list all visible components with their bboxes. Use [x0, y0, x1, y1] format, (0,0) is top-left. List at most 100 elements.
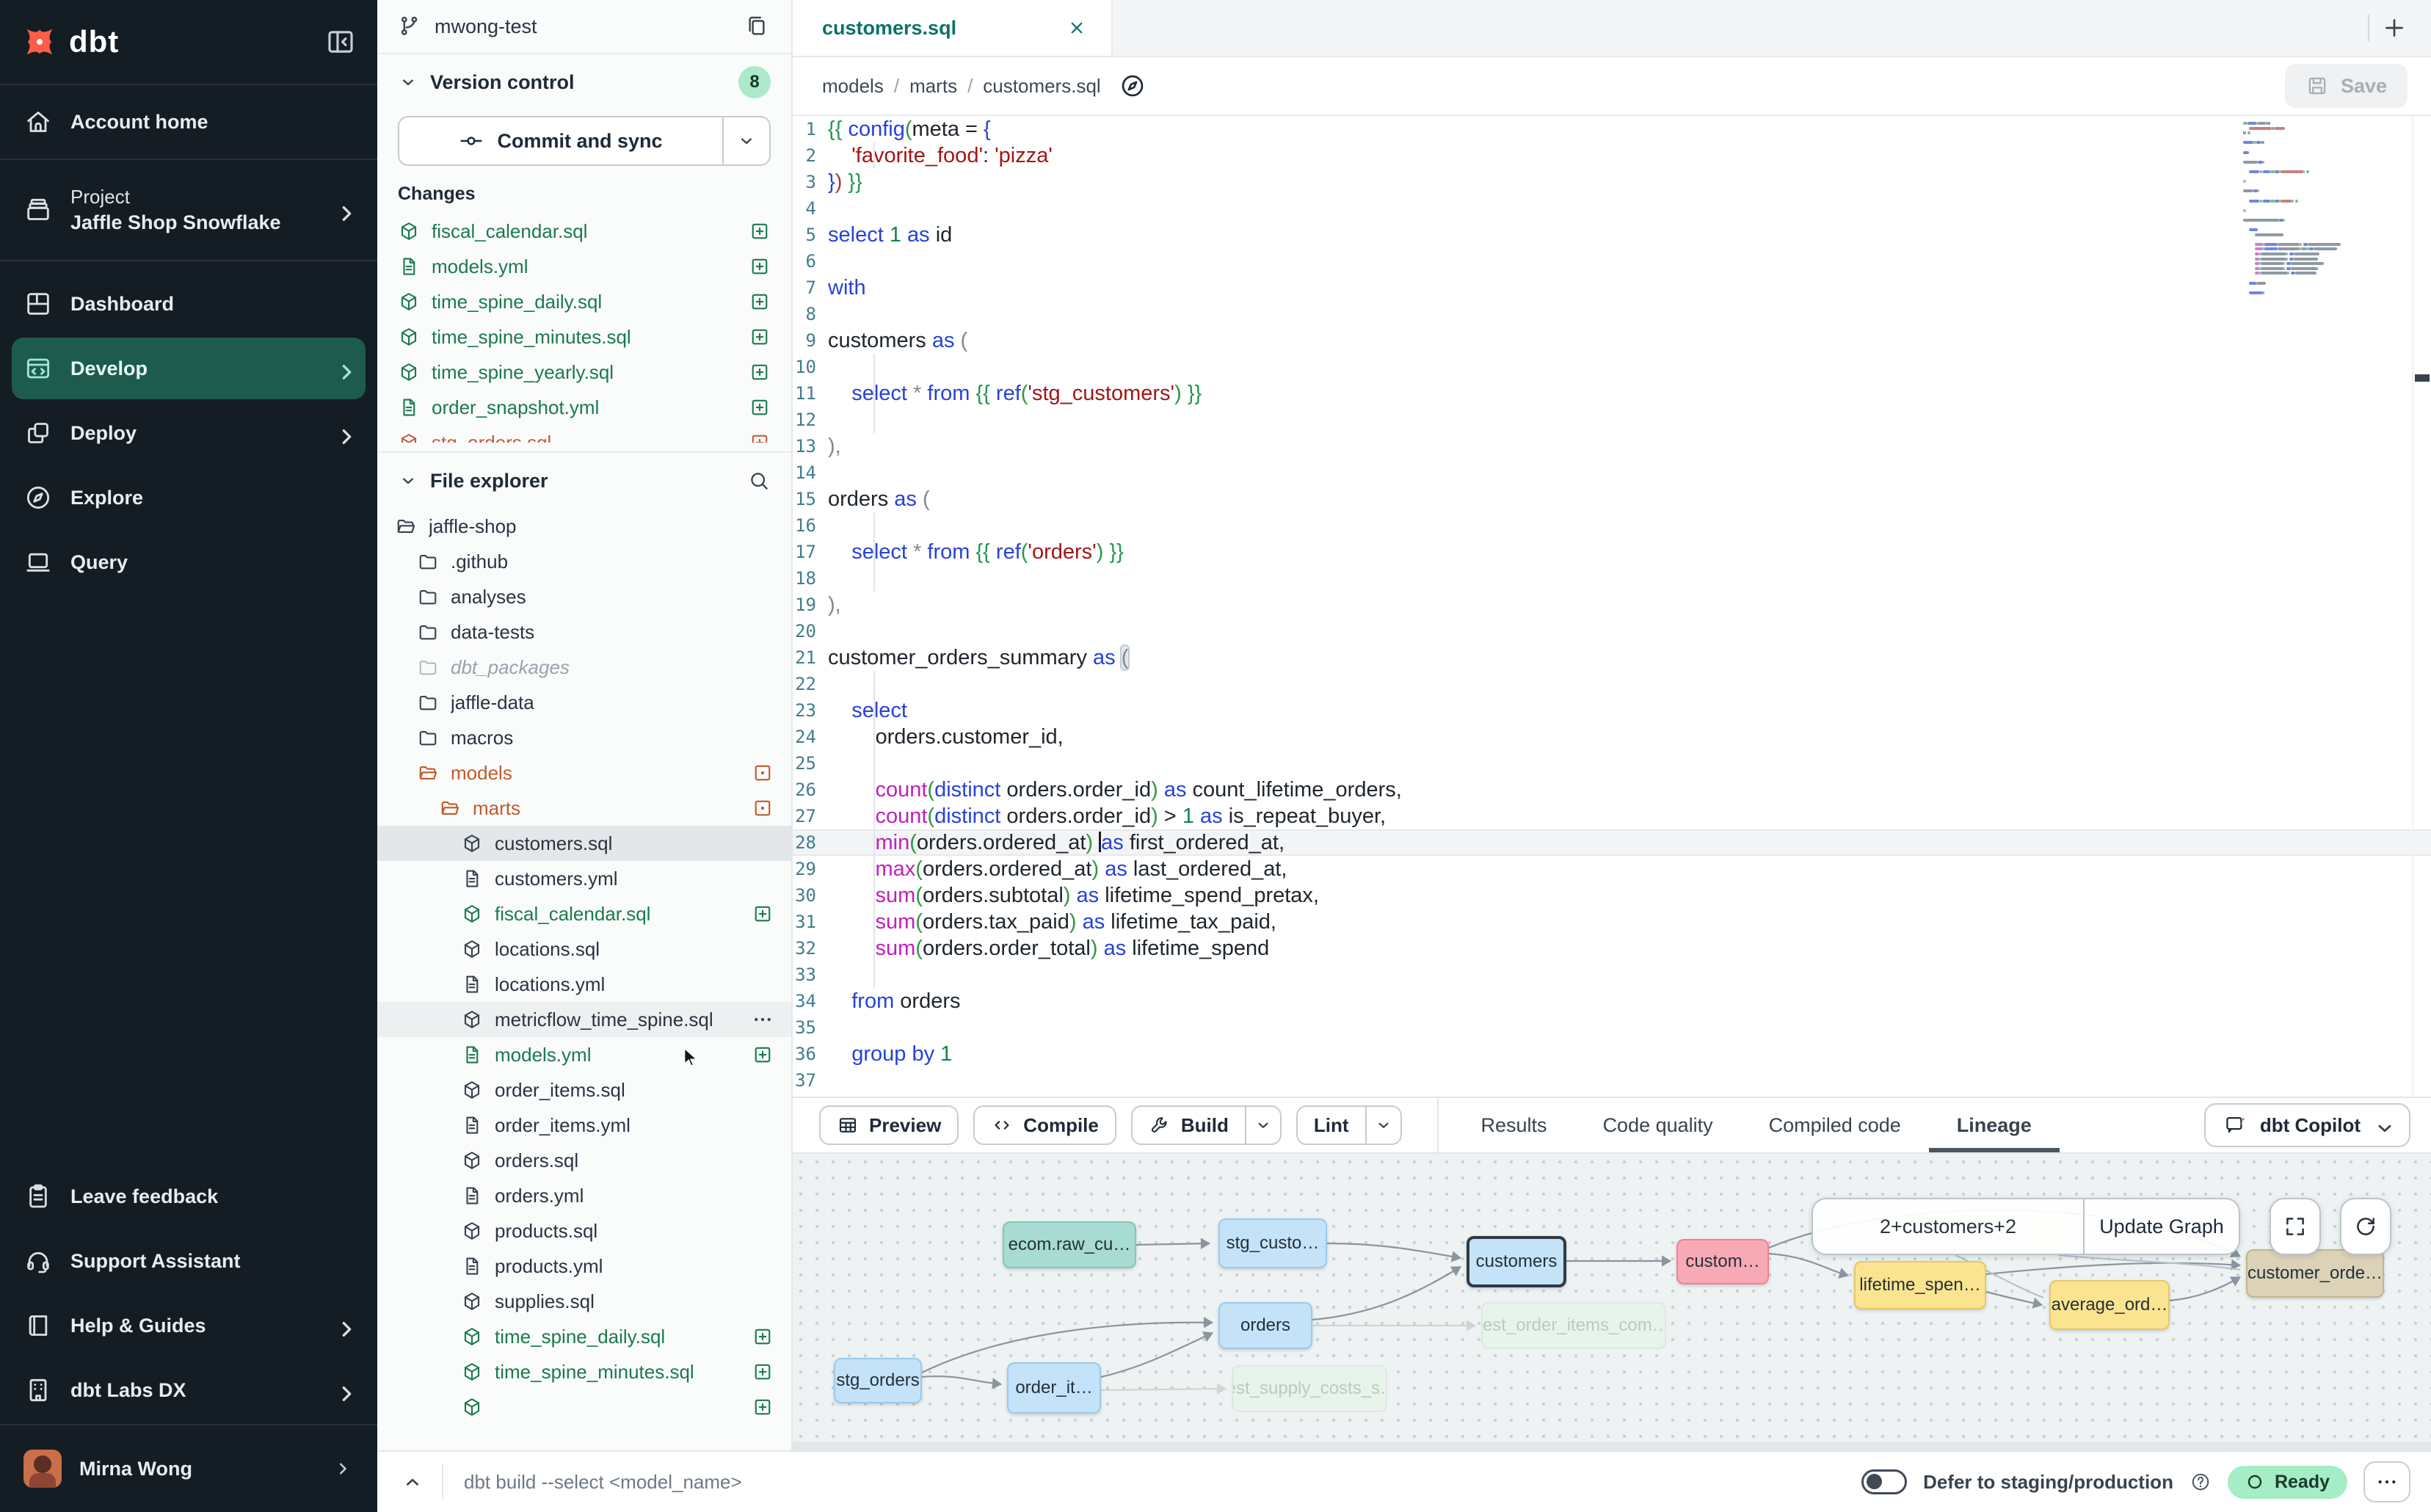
lineage-graph[interactable]: ecom.raw_cu…stg_custo…customerscustom…or…: [793, 1154, 2431, 1450]
file-explorer-header[interactable]: File explorer: [377, 453, 791, 509]
tree-item-customers-yml[interactable]: customers.yml: [377, 861, 791, 896]
lineage-node-stgc[interactable]: stg_custo…: [1218, 1218, 1327, 1268]
version-control-header[interactable]: Version control 8: [377, 54, 791, 110]
code-line-11[interactable]: 11 select * from {{ ref('stg_customers')…: [793, 380, 2431, 407]
sidebar-item-query[interactable]: Query: [12, 531, 366, 593]
sidebar-item-develop[interactable]: Develop: [12, 338, 366, 399]
tree-item-order-items-sql[interactable]: order_items.sql: [377, 1072, 791, 1108]
preview-button[interactable]: Preview: [819, 1105, 959, 1145]
code-line-29[interactable]: 29 max(orders.ordered_at) as last_ordere…: [793, 856, 2431, 882]
change-row[interactable]: time_spine_minutes.sql: [398, 319, 771, 355]
code-line-16[interactable]: 16: [793, 512, 2431, 539]
code-line-20[interactable]: 20: [793, 618, 2431, 644]
code-line-2[interactable]: 2 'favorite_food': 'pizza': [793, 142, 2431, 169]
code-line-13[interactable]: 13),: [793, 433, 2431, 459]
tab-customers-sql[interactable]: customers.sql: [793, 0, 1113, 56]
build-button[interactable]: Build: [1131, 1105, 1282, 1145]
change-row[interactable]: stg_orders.sql: [398, 425, 771, 443]
editor-scrollbar[interactable]: [2412, 116, 2431, 1097]
changed-badge[interactable]: [752, 762, 774, 784]
sidebar-item-help-guides[interactable]: Help & Guides: [12, 1295, 366, 1356]
lineage-node-stgo[interactable]: stg_orders: [834, 1358, 922, 1403]
tree-item[interactable]: [377, 1389, 791, 1425]
tree-item-products-sql[interactable]: products.sql: [377, 1213, 791, 1249]
tree-item-dbt-packages[interactable]: dbt_packages: [377, 650, 791, 685]
code-line-24[interactable]: 24 orders.customer_id,: [793, 724, 2431, 750]
tree-item-fiscal-calendar-sql[interactable]: fiscal_calendar.sql: [377, 896, 791, 931]
panel-tab-code-quality[interactable]: Code quality: [1575, 1098, 1741, 1152]
breadcrumb-file[interactable]: customers.sql: [983, 75, 1100, 98]
code-line-10[interactable]: 10: [793, 354, 2431, 380]
changed-badge[interactable]: [752, 797, 774, 819]
code-line-21[interactable]: 21customer_orders_summary as (: [793, 644, 2431, 671]
dbt-copilot-button[interactable]: dbt Copilot: [2204, 1103, 2410, 1147]
tree-item-time-spine-minutes-sql[interactable]: time_spine_minutes.sql: [377, 1354, 791, 1389]
change-row[interactable]: fiscal_calendar.sql: [398, 214, 771, 249]
code-line-4[interactable]: 4: [793, 195, 2431, 222]
tree-item-locations-sql[interactable]: locations.sql: [377, 931, 791, 967]
sidebar-item-account-home[interactable]: Account home: [0, 85, 377, 159]
code-line-9[interactable]: 9customers as (: [793, 327, 2431, 354]
more-options-button[interactable]: [2363, 1461, 2410, 1502]
code-line-5[interactable]: 5select 1 as id: [793, 222, 2431, 248]
code-line-23[interactable]: 23 select: [793, 697, 2431, 724]
code-line-34[interactable]: 34 from orders: [793, 988, 2431, 1014]
lineage-node-cust[interactable]: customers: [1467, 1236, 1566, 1287]
tree-item--github[interactable]: .github: [377, 544, 791, 579]
stage-file-button[interactable]: [749, 432, 771, 443]
lineage-node-co[interactable]: customer_orde…: [2246, 1249, 2384, 1298]
code-line-35[interactable]: 35: [793, 1014, 2431, 1041]
code-line-37[interactable]: 37: [793, 1067, 2431, 1094]
new-tab-button[interactable]: [2369, 0, 2419, 56]
lineage-node-orders[interactable]: orders: [1218, 1302, 1312, 1349]
commit-options-button[interactable]: [722, 117, 769, 164]
search-icon[interactable]: [747, 469, 771, 493]
dbt-logo[interactable]: dbt: [21, 23, 119, 61]
open-in-explorer-icon[interactable]: [1119, 72, 1147, 100]
sidebar-item-explore[interactable]: Explore: [12, 467, 366, 528]
code-line-6[interactable]: 6: [793, 248, 2431, 275]
commit-and-sync-button[interactable]: Commit and sync: [398, 116, 771, 166]
stage-file-button[interactable]: [752, 1326, 774, 1348]
code-line-36[interactable]: 36 group by 1: [793, 1041, 2431, 1067]
tree-item-jaffle-shop[interactable]: jaffle-shop: [377, 509, 791, 544]
sidebar-item-project[interactable]: Project Jaffle Shop Snowflake: [0, 160, 377, 260]
row-menu-button[interactable]: [752, 1008, 774, 1031]
lineage-node-tsc[interactable]: test_supply_costs_s…: [1232, 1365, 1387, 1412]
collapse-sidebar-icon[interactable]: [324, 26, 357, 58]
code-line-28[interactable]: 28 min(orders.ordered_at) as first_order…: [793, 829, 2431, 856]
tree-item-models-yml[interactable]: models.yml: [377, 1037, 791, 1072]
code-line-14[interactable]: 14: [793, 459, 2431, 486]
tree-item-analyses[interactable]: analyses: [377, 579, 791, 614]
build-options-button[interactable]: [1245, 1107, 1280, 1144]
tree-item-data-tests[interactable]: data-tests: [377, 614, 791, 650]
tree-item-time-spine-daily-sql[interactable]: time_spine_daily.sql: [377, 1319, 791, 1354]
code-line-17[interactable]: 17 select * from {{ ref('orders') }}: [793, 539, 2431, 565]
tree-item-locations-yml[interactable]: locations.yml: [377, 967, 791, 1002]
tree-item-macros[interactable]: macros: [377, 720, 791, 755]
status-badge[interactable]: Ready: [2228, 1466, 2347, 1499]
sidebar-item-deploy[interactable]: Deploy: [12, 402, 366, 464]
code-line-30[interactable]: 30 sum(orders.subtotal) as lifetime_spen…: [793, 882, 2431, 909]
compile-button[interactable]: Compile: [973, 1105, 1116, 1145]
stage-file-button[interactable]: [749, 326, 771, 348]
defer-toggle[interactable]: [1861, 1469, 1907, 1494]
tree-item-orders-yml[interactable]: orders.yml: [377, 1178, 791, 1213]
lineage-node-lts[interactable]: lifetime_spen…: [1854, 1261, 1986, 1309]
code-line-25[interactable]: 25: [793, 750, 2431, 777]
stage-file-button[interactable]: [749, 396, 771, 418]
tree-item-metricflow-time-spine-sql[interactable]: metricflow_time_spine.sql: [377, 1002, 791, 1037]
code-line-31[interactable]: 31 sum(orders.tax_paid) as lifetime_tax_…: [793, 909, 2431, 935]
code-line-33[interactable]: 33: [793, 962, 2431, 988]
close-icon[interactable]: [1066, 17, 1088, 39]
code-line-27[interactable]: 27 count(distinct orders.order_id) > 1 a…: [793, 803, 2431, 829]
graph-scroll-strip[interactable]: [793, 1442, 2431, 1450]
breadcrumb-models[interactable]: models: [822, 75, 884, 98]
tree-item-marts[interactable]: marts: [377, 790, 791, 826]
stage-file-button[interactable]: [749, 361, 771, 383]
lineage-node-avg[interactable]: average_ord…: [2049, 1280, 2170, 1330]
code-line-12[interactable]: 12: [793, 407, 2431, 433]
lint-options-button[interactable]: [1365, 1107, 1400, 1144]
panel-tab-results[interactable]: Results: [1453, 1098, 1575, 1152]
code-line-19[interactable]: 19),: [793, 592, 2431, 618]
